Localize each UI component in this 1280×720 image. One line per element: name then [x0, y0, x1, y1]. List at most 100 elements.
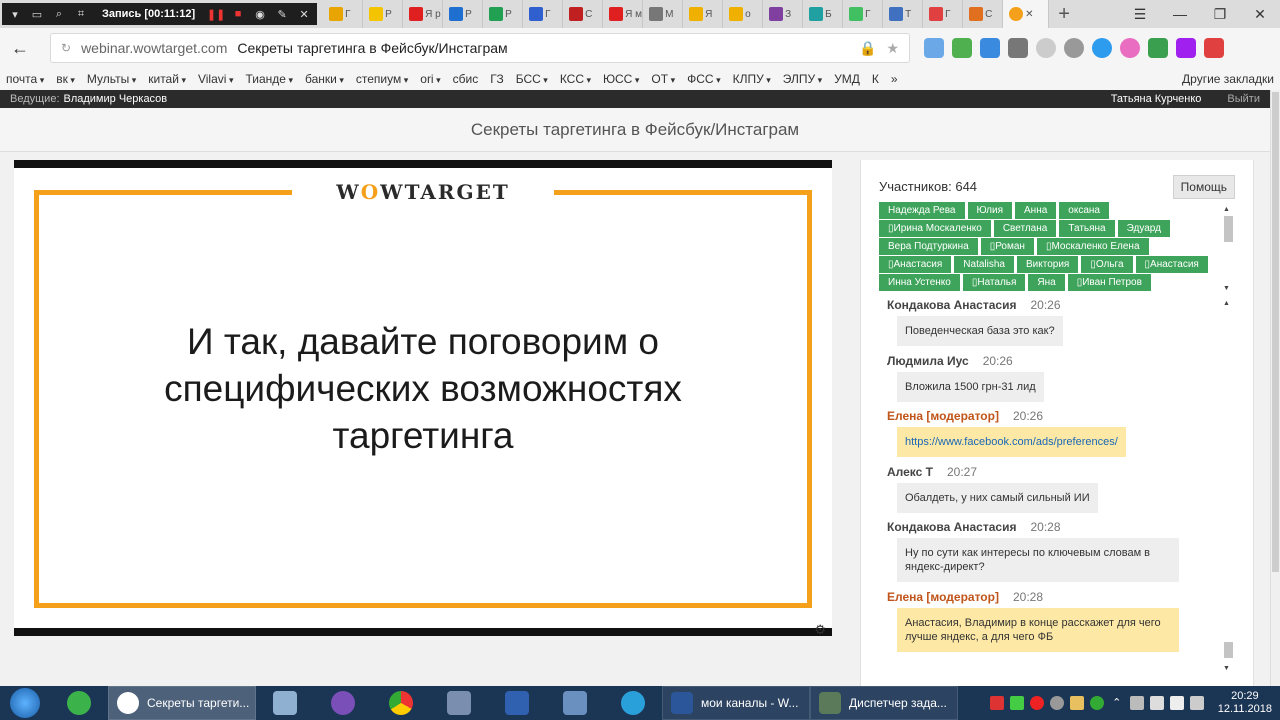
purple-app-icon[interactable] [1176, 38, 1196, 58]
tray-green-icon[interactable] [1009, 696, 1024, 710]
taskbar-browser[interactable]: Секреты таргети... [108, 686, 256, 720]
usb-icon[interactable] [1189, 696, 1204, 710]
bookmark-item[interactable]: китай [148, 72, 186, 86]
participants-scrollbar[interactable]: ▲ ▼ [1223, 206, 1233, 292]
taskbar-task-manager[interactable]: Диспетчер зада... [810, 686, 958, 720]
browser-tab[interactable]: о [723, 0, 764, 28]
minimize-button[interactable]: — [1160, 6, 1200, 22]
tray-g-icon[interactable] [1089, 696, 1104, 710]
color-icon[interactable] [1120, 38, 1140, 58]
taskbar-chrome[interactable] [372, 686, 430, 720]
participant-tag[interactable]: ▯Наталья [962, 274, 1026, 291]
browser-tab[interactable]: С [963, 0, 1004, 28]
tray-gray-icon[interactable] [1049, 696, 1064, 710]
back-arrow-icon[interactable]: ← [0, 38, 40, 59]
bookmark-item[interactable]: ЭЛПУ [783, 72, 822, 86]
notification-icon[interactable] [1204, 38, 1224, 58]
participant-tag[interactable]: ▯Ольга [1081, 256, 1133, 273]
browser-tab[interactable]: Р [363, 0, 404, 28]
browser-tab[interactable]: Я р [403, 0, 444, 28]
participant-tag[interactable]: ▯Ирина Москаленко [879, 220, 991, 237]
participant-tag[interactable]: Светлана [993, 220, 1057, 237]
participant-tag[interactable]: оксана [1059, 202, 1109, 219]
logout-link[interactable]: Выйти [1227, 93, 1260, 105]
participant-tag[interactable]: Виктория [1017, 256, 1079, 273]
bookmark-item[interactable]: ori [420, 72, 440, 86]
wallet-icon[interactable] [980, 38, 1000, 58]
scroll-down-icon[interactable]: ▼ [1223, 285, 1230, 292]
browser-tab[interactable]: Р [483, 0, 524, 28]
extension-icon[interactable] [924, 38, 944, 58]
participant-tag[interactable]: Татьяна [1059, 220, 1115, 237]
taskbar-computer[interactable] [546, 686, 604, 720]
bookmark-item[interactable]: банки [305, 72, 344, 86]
url-field[interactable]: ↻ webinar.wowtarget.com Секреты таргетин… [50, 33, 910, 63]
settings-gear-icon[interactable]: ⚙ [814, 622, 826, 638]
close-window-button[interactable]: ✕ [1240, 6, 1280, 23]
search-icon[interactable]: ⌕ [52, 7, 66, 21]
bookmark-item[interactable]: степиум [356, 72, 408, 86]
browser-tab[interactable]: Г [323, 0, 364, 28]
close-icon[interactable]: ✕ [297, 7, 311, 21]
bookmark-item[interactable]: ЮСС [603, 72, 639, 86]
new-tab-button[interactable]: + [1049, 3, 1079, 26]
participant-tag[interactable]: Надежда Рева [879, 202, 965, 219]
lock-icon[interactable]: 🔒 [859, 40, 876, 57]
browser-menu-icon[interactable]: ☰ [1120, 6, 1160, 23]
bookmark-item[interactable]: Мульты [87, 72, 136, 86]
bookmark-item[interactable]: ГЗ [490, 72, 503, 86]
chat-scrollbar[interactable]: ▲ ▼ [1223, 300, 1233, 672]
browser-tab[interactable]: Т [883, 0, 924, 28]
tab-close-icon[interactable]: ✕ [1025, 9, 1033, 20]
browser-tab[interactable]: Г [923, 0, 964, 28]
participant-tag[interactable]: Яна [1028, 274, 1065, 291]
tray-record-icon[interactable] [1029, 696, 1044, 710]
participant-tag[interactable]: ▯Иван Петров [1067, 274, 1151, 291]
taskbar-telegram[interactable] [604, 686, 662, 720]
volume-icon[interactable] [1149, 696, 1164, 710]
bookmark-item[interactable]: К [872, 72, 879, 86]
taskbar-word[interactable]: мои каналы - W... [662, 686, 810, 720]
taskbar-calculator[interactable] [256, 686, 314, 720]
taskbar-viber[interactable] [314, 686, 372, 720]
taskbar-wechat[interactable] [50, 686, 108, 720]
bookmark-item[interactable]: почта [6, 72, 44, 86]
browser-tab[interactable]: Б [803, 0, 844, 28]
menu-chevron-icon[interactable]: ▾ [8, 7, 22, 21]
bookmark-item[interactable]: БСС [516, 72, 548, 86]
page-scroll-thumb[interactable] [1272, 92, 1279, 572]
participant-tag[interactable]: Вера Подтуркина [879, 238, 978, 255]
page-scrollbar[interactable] [1270, 90, 1280, 686]
participant-tag[interactable]: Инна Устенко [879, 274, 960, 291]
participant-tag[interactable]: ▯Анастасия [879, 256, 952, 273]
bookmark-item[interactable]: Vilavi [198, 72, 234, 86]
browser-tab[interactable]: С [563, 0, 604, 28]
participant-tag[interactable]: Юлия [967, 202, 1012, 219]
bookmark-item[interactable]: Тианде [245, 72, 293, 86]
browser-tab[interactable]: Я [683, 0, 724, 28]
mail-icon[interactable] [1036, 38, 1056, 58]
tray-app-icon[interactable] [989, 696, 1004, 710]
bookmark-item[interactable]: вк [56, 72, 75, 86]
help-button[interactable]: Помощь [1172, 175, 1235, 199]
stop-icon[interactable]: ■ [231, 7, 245, 21]
participant-tag[interactable]: Natalisha [954, 256, 1014, 273]
download-icon[interactable] [952, 38, 972, 58]
pen-icon[interactable]: ✎ [275, 7, 289, 21]
reload-icon[interactable]: ↻ [61, 41, 71, 55]
network-icon[interactable] [1129, 696, 1144, 710]
bookmark-item[interactable]: ОТ [651, 72, 675, 86]
window-icon[interactable]: ▭ [30, 7, 44, 21]
participant-tag[interactable]: ▯Анастасия [1135, 256, 1208, 273]
tray-folder-icon[interactable] [1069, 696, 1084, 710]
taskbar-app[interactable] [430, 686, 488, 720]
pause-icon[interactable]: ❚❚ [207, 7, 225, 21]
browser-tab[interactable]: Г [843, 0, 884, 28]
maximize-button[interactable]: ❐ [1200, 6, 1240, 23]
browser-tab[interactable]: Я м [603, 0, 644, 28]
browser-tab[interactable]: Р [443, 0, 484, 28]
participant-tag[interactable]: ▯Роман [980, 238, 1034, 255]
keyboard-icon[interactable] [1169, 696, 1184, 710]
taskbar-save[interactable] [488, 686, 546, 720]
globe-icon[interactable] [1064, 38, 1084, 58]
